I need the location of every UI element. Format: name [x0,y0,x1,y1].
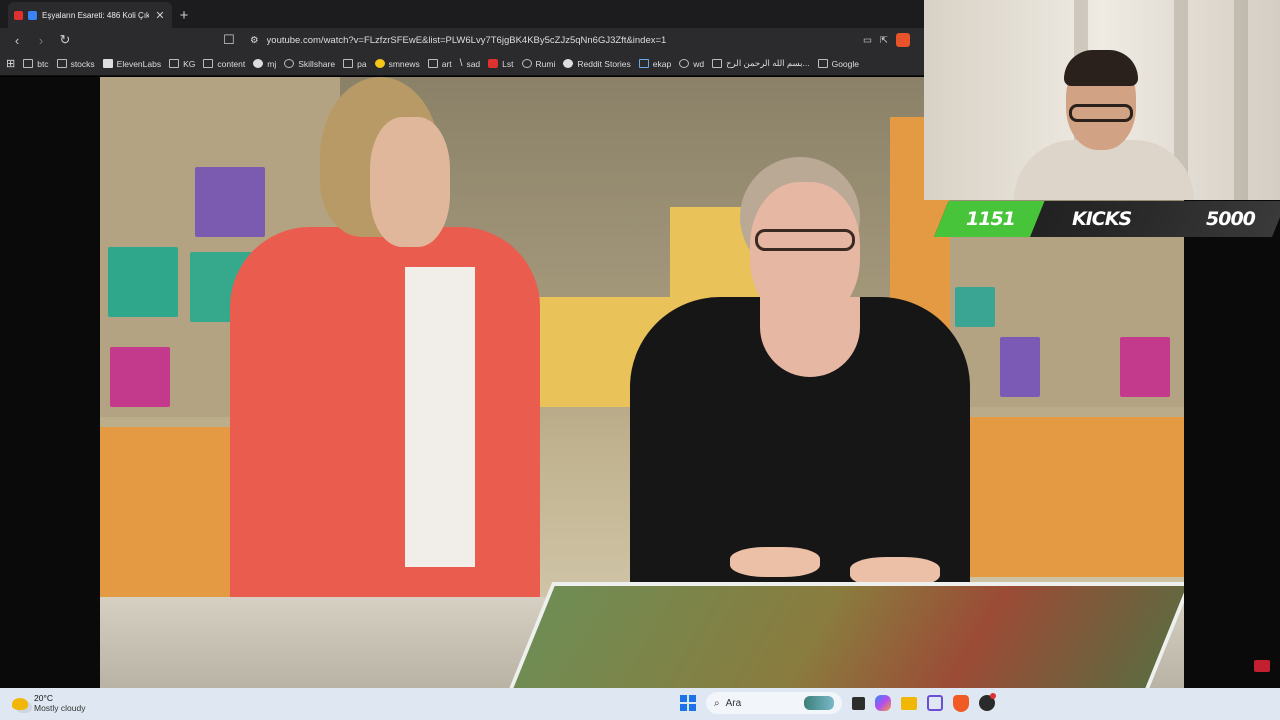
channel-logo-icon [1254,660,1270,672]
github-icon [253,59,264,68]
smiley-icon [374,59,385,68]
bookmark-lst[interactable]: Lst [488,59,514,69]
bookmark-pa[interactable]: pa [343,59,367,69]
new-tab-button[interactable]: + [172,2,196,28]
reload-icon[interactable]: ↻ [56,31,74,49]
site-settings-icon[interactable]: ⚙ [250,35,259,46]
bookmark-page-icon[interactable]: ☐ [220,31,238,49]
taskbar-search[interactable]: ⌕ Ara [706,692,842,714]
curtain-fold [1234,0,1248,200]
bookmark-mj[interactable]: mj [253,59,276,69]
taskbar-apps: ⌕ Ara [680,692,996,714]
folder-icon [56,59,67,68]
folder-icon [203,59,214,68]
folder-icon [817,59,828,68]
bookmark-smnews[interactable]: smnews [374,59,420,69]
bookmark-content[interactable]: content [203,59,245,69]
tab-close-icon[interactable]: ✕ [154,9,166,22]
folder-icon [343,59,354,68]
skillshare-icon [284,59,295,68]
share-icon[interactable]: ⇱ [880,35,888,46]
bookmark-btc[interactable]: btc [23,59,49,69]
shelf-cube [1000,337,1040,397]
slash-icon: \ [459,58,463,69]
weather-condition: Mostly cloudy [34,703,86,713]
weather-temp: 20°C [34,693,53,703]
cast-icon[interactable]: ▭ [863,35,872,46]
folder-icon [427,59,438,68]
webcam-overlay [924,0,1280,200]
task-view-icon[interactable] [852,696,865,710]
copilot-icon[interactable] [875,695,891,711]
streamer-hair [1064,50,1138,86]
search-icon: ⌕ [714,697,720,709]
search-highlight-image [804,696,834,710]
file-explorer-icon[interactable] [901,696,917,710]
w-icon [679,59,690,68]
bookmark-rumi[interactable]: Rumi [521,59,555,69]
folder-icon [169,59,180,68]
browser-tab-strip: Eşyaların Esareti: 486 Koli Çıkt ✕ + [0,0,924,28]
s-icon [488,59,499,68]
forward-arrow-icon[interactable]: › [32,31,50,49]
bookmark-art[interactable]: art [427,59,452,69]
browser-toolbar: ‹ › ↻ ☐ ⚙ youtube.com/watch?v=FLzfzrSFEw… [0,28,924,52]
bookmark-google[interactable]: Google [817,59,859,69]
shelf-cube [108,247,178,317]
kicks-label: KICKS [1072,208,1132,230]
globe-icon [521,59,532,68]
doc-icon [712,59,723,68]
bookmark-stocks[interactable]: stocks [56,59,95,69]
kicks-count: 1151 [966,208,1016,230]
bookmark-bismillah[interactable]: بسم الله الرحمن الرح... [712,58,810,69]
address-bar[interactable]: ⚙ youtube.com/watch?v=FLzfzrSFEwE&list=P… [244,30,916,50]
obs-studio-icon[interactable] [979,693,996,711]
tab-group-icon [28,10,37,20]
hand [730,547,820,577]
kicks-goal-bar: 1151 KICKS 5000 [934,201,1280,237]
bookmark-elevenlabs[interactable]: ElevenLabs [102,59,161,69]
bookmarks-bar: ⊞ btc stocks ElevenLabs KG content mj Sk… [0,52,924,76]
kicks-goal: 5000 [1206,208,1256,230]
bookmark-skillshare[interactable]: Skillshare [284,59,335,69]
browser-tab-active[interactable]: Eşyaların Esareti: 486 Koli Çıkt ✕ [8,2,172,28]
shelf-cube [1120,337,1170,397]
tab-title: Eşyaların Esareti: 486 Koli Çıkt [42,10,149,20]
brave-browser-icon[interactable] [953,694,969,712]
windows-start-icon[interactable] [680,695,696,711]
streamer-glasses [1069,104,1133,122]
bookmark-reddit-stories[interactable]: Reddit Stories [563,59,631,69]
weather-widget[interactable]: 20°C Mostly cloudy [12,693,86,714]
snipping-tool-icon[interactable] [927,695,943,711]
back-arrow-icon[interactable]: ‹ [8,31,26,49]
windows-taskbar: 20°C Mostly cloudy ⌕ Ara [0,688,1280,720]
bookmark-ekap[interactable]: ekap [638,59,671,69]
search-placeholder: Ara [725,697,742,709]
folder-icon [23,59,34,68]
apps-grid-icon[interactable]: ⊞ [6,57,15,70]
cloudy-weather-icon [12,697,28,710]
youtube-favicon-icon [14,10,23,20]
shelf-cube [110,347,170,407]
framed-painting [507,582,1184,688]
bird-icon [638,59,649,68]
brave-shields-icon[interactable] [896,33,910,47]
url-text[interactable]: youtube.com/watch?v=FLzfzrSFEwE&list=PLW… [267,35,856,46]
bookmark-kg[interactable]: KG [169,59,195,69]
bookmark-sad[interactable]: \ sad [460,58,481,69]
bookmark-wd[interactable]: wd [679,59,704,69]
d-icon [563,59,574,68]
elevenlabs-icon [102,59,113,68]
wall-panel [960,417,1184,577]
